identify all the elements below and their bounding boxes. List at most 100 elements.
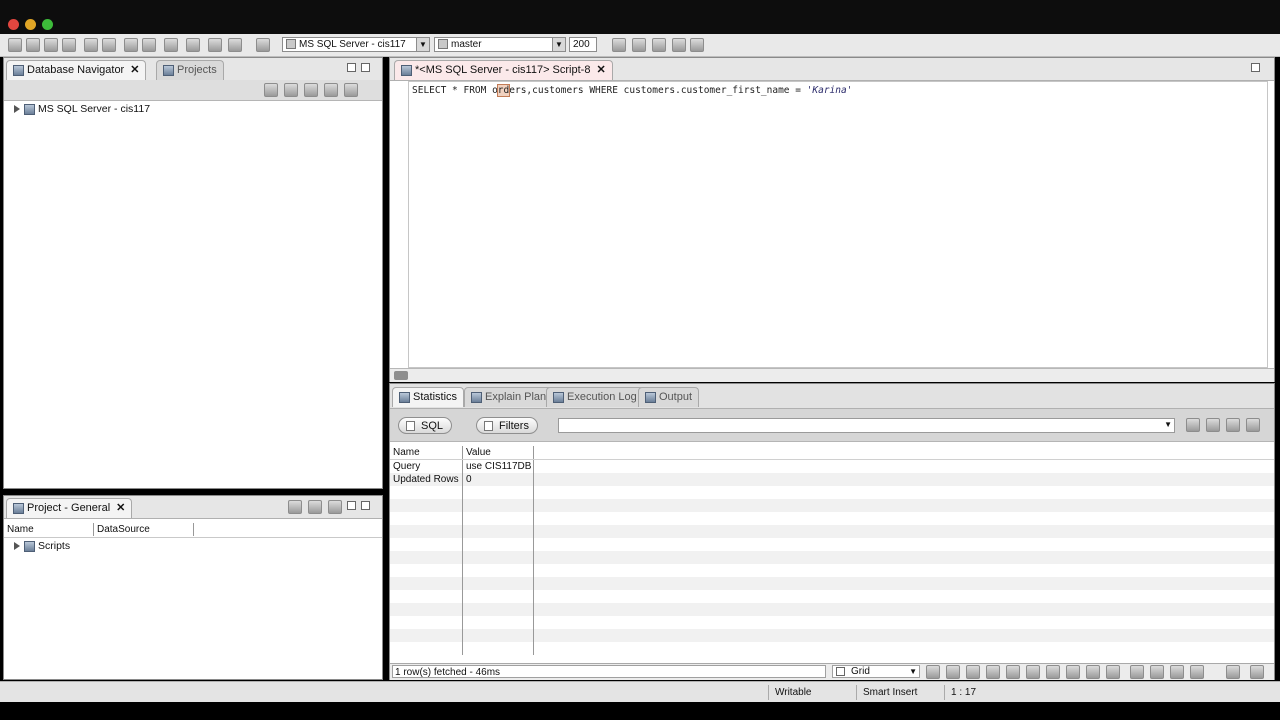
- tab-projects[interactable]: Projects: [156, 60, 224, 80]
- refresh-icon[interactable]: [1170, 665, 1184, 679]
- expand-arrow-icon[interactable]: [14, 542, 20, 551]
- result-limit-input[interactable]: 200: [569, 37, 597, 52]
- grid-divider: [390, 616, 463, 629]
- connect-icon[interactable]: [26, 38, 40, 52]
- column-header-name[interactable]: Name: [390, 446, 463, 459]
- rollback-icon[interactable]: [102, 38, 116, 52]
- check-icon[interactable]: [256, 38, 270, 52]
- close-window-icon[interactable]: [8, 19, 19, 30]
- active-connection-value: MS SQL Server - cis117: [299, 39, 406, 50]
- maximize-panel-icon[interactable]: [361, 63, 370, 72]
- column-header-value[interactable]: Value: [463, 446, 534, 459]
- format-sql-icon[interactable]: [672, 38, 686, 52]
- tab-label: Execution Log: [567, 391, 637, 403]
- active-connection-select[interactable]: MS SQL Server - cis117 ▼: [282, 37, 430, 52]
- filter-input[interactable]: ▼: [558, 418, 1175, 433]
- collapse-all-icon[interactable]: [264, 83, 278, 97]
- button-label: Filters: [499, 420, 529, 432]
- sql-query-line[interactable]: SELECT * FROM orders,customers WHERE cus…: [412, 84, 852, 97]
- table-row[interactable]: Query use CIS117DB: [390, 460, 1274, 473]
- fetch-next-icon[interactable]: [1130, 665, 1144, 679]
- tab-project-general[interactable]: Project - General ✕: [6, 498, 133, 518]
- sql-button[interactable]: SQL: [398, 417, 453, 434]
- table-row[interactable]: Updated Rows 0: [390, 473, 1274, 486]
- editor-horizontal-scrollbar[interactable]: [390, 368, 1274, 382]
- tab-explain-plan[interactable]: Explain Plan: [464, 387, 554, 407]
- disconnect-icon[interactable]: [44, 38, 58, 52]
- tab-label: Projects: [177, 64, 217, 76]
- expand-arrow-icon[interactable]: [14, 105, 20, 114]
- tab-execution-log[interactable]: Execution Log: [546, 387, 644, 407]
- status-insert-mode: Smart Insert: [856, 685, 940, 700]
- tree-item-label: MS SQL Server - cis117: [38, 103, 151, 115]
- tree-item-connection[interactable]: MS SQL Server - cis117: [14, 102, 150, 116]
- link-editor-icon[interactable]: [284, 83, 298, 97]
- new-folder-icon[interactable]: [304, 83, 318, 97]
- sql-editor-icon[interactable]: [142, 38, 156, 52]
- transaction-mode-icon[interactable]: [124, 38, 138, 52]
- clear-filter-icon[interactable]: [1206, 418, 1220, 432]
- add-row-icon[interactable]: [986, 665, 1000, 679]
- close-icon[interactable]: ✕: [116, 502, 125, 514]
- minimize-panel-icon[interactable]: [347, 501, 356, 510]
- empty-grid-row: [390, 551, 1274, 564]
- panels-icon[interactable]: [1226, 665, 1240, 679]
- first-page-icon[interactable]: [926, 665, 940, 679]
- close-icon[interactable]: ✕: [596, 64, 605, 76]
- maximize-panel-icon[interactable]: [1251, 63, 1260, 72]
- export-icon[interactable]: [1190, 665, 1204, 679]
- back-icon[interactable]: [208, 38, 222, 52]
- document-icon: [406, 421, 415, 431]
- view-mode-select[interactable]: Grid ▼: [832, 665, 920, 678]
- active-database-select[interactable]: master ▼: [434, 37, 566, 52]
- export-icon[interactable]: [690, 38, 704, 52]
- scrollbar-thumb[interactable]: [394, 371, 408, 380]
- filter-history-icon[interactable]: [1226, 418, 1240, 432]
- tab-output[interactable]: Output: [638, 387, 700, 407]
- execute-script-icon[interactable]: [632, 38, 646, 52]
- zoom-window-icon[interactable]: [42, 19, 53, 30]
- filter-icon[interactable]: [324, 83, 338, 97]
- tab-statistics[interactable]: Statistics: [392, 387, 465, 407]
- collapse-all-icon[interactable]: [288, 500, 302, 514]
- tab-database-navigator[interactable]: Database Navigator ✕: [6, 60, 147, 80]
- copy-row-icon[interactable]: [1026, 665, 1040, 679]
- execute-icon[interactable]: [612, 38, 626, 52]
- prev-row-icon[interactable]: [1066, 665, 1080, 679]
- results-status-bar: 1 row(s) fetched - 46ms Grid ▼: [390, 663, 1274, 680]
- tab-script-8[interactable]: *<MS SQL Server - cis117> Script-8 ✕: [394, 60, 613, 80]
- last-row-icon[interactable]: [1106, 665, 1120, 679]
- filter-settings-icon[interactable]: [1246, 418, 1260, 432]
- edit-icon[interactable]: [966, 665, 980, 679]
- sql-editor-area[interactable]: SELECT * FROM orders,customers WHERE cus…: [408, 81, 1268, 368]
- statistics-grid: Name Value Query use CIS117DB Updated Ro…: [390, 446, 1274, 662]
- previous-page-icon[interactable]: [946, 665, 960, 679]
- column-header-name[interactable]: Name: [4, 523, 94, 536]
- configure-icon[interactable]: [308, 500, 322, 514]
- new-connection-icon[interactable]: [8, 38, 22, 52]
- next-row-icon[interactable]: [1086, 665, 1100, 679]
- grid-icon: [836, 667, 845, 676]
- delete-row-icon[interactable]: [1006, 665, 1020, 679]
- tree-item-scripts[interactable]: Scripts: [14, 539, 70, 553]
- open-script-icon[interactable]: [186, 38, 200, 52]
- grid-settings-icon[interactable]: [1250, 665, 1264, 679]
- explain-plan-icon[interactable]: [652, 38, 666, 52]
- link-icon[interactable]: [328, 500, 342, 514]
- column-header-datasource[interactable]: DataSource: [94, 523, 194, 536]
- settings-icon[interactable]: [344, 83, 358, 97]
- maximize-panel-icon[interactable]: [361, 501, 370, 510]
- minimize-window-icon[interactable]: [25, 19, 36, 30]
- grid-divider: [390, 512, 463, 525]
- filters-button[interactable]: Filters: [476, 417, 538, 434]
- minimize-panel-icon[interactable]: [347, 63, 356, 72]
- apply-filter-icon[interactable]: [1186, 418, 1200, 432]
- chevron-down-icon[interactable]: ▼: [1164, 420, 1172, 429]
- commit-icon[interactable]: [84, 38, 98, 52]
- first-row-icon[interactable]: [1046, 665, 1060, 679]
- new-script-icon[interactable]: [164, 38, 178, 52]
- fetch-all-icon[interactable]: [1150, 665, 1164, 679]
- forward-icon[interactable]: [228, 38, 242, 52]
- refresh-icon[interactable]: [62, 38, 76, 52]
- close-icon[interactable]: ✕: [130, 64, 139, 76]
